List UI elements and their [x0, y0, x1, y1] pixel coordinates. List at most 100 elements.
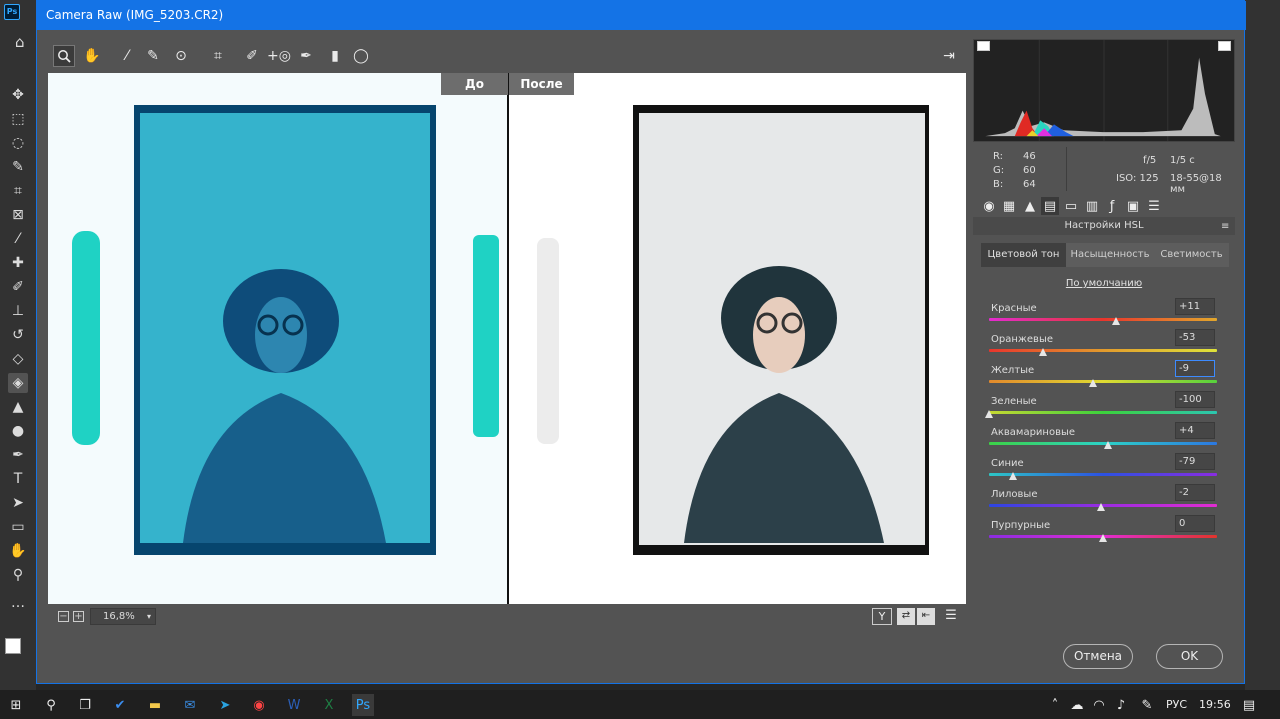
tab-saturation[interactable]: Насыщенность	[1066, 243, 1154, 267]
excel-icon[interactable]: X	[318, 694, 340, 716]
file-explorer-icon[interactable]: ▬	[144, 694, 166, 716]
effects-icon[interactable]: ƒ	[1103, 197, 1121, 215]
blur-tool-icon[interactable]: ▲	[8, 397, 28, 417]
swap-icon[interactable]: ⇄	[897, 608, 915, 625]
hand-icon[interactable]: ✋	[81, 45, 103, 67]
marquee-tool-icon[interactable]: ⬚	[8, 109, 28, 129]
home-icon[interactable]: ⌂	[15, 33, 37, 51]
lens-corrections-icon[interactable]: ▥	[1083, 197, 1101, 215]
hsl-slider-thumb[interactable]	[1099, 534, 1107, 542]
ok-button[interactable]: OK	[1156, 644, 1223, 669]
type-tool-icon[interactable]: T	[8, 469, 28, 489]
hsl-slider-thumb[interactable]	[1038, 348, 1047, 356]
color-sampler-icon[interactable]: ✎	[142, 45, 164, 67]
basic-panel-icon[interactable]: ◉	[980, 197, 998, 215]
zoom-in-button[interactable]: +	[73, 611, 84, 622]
graduated-filter-icon[interactable]: ▮	[324, 45, 346, 67]
hsl-slider-value-field[interactable]: -79	[1175, 453, 1215, 470]
preferences-icon[interactable]: ☰	[942, 608, 960, 625]
frame-tool-icon[interactable]: ⊠	[8, 205, 28, 225]
copy-settings-icon[interactable]: ⇤	[917, 608, 935, 625]
white-balance-icon[interactable]: ⁄	[116, 45, 138, 67]
onedrive-icon[interactable]: ☁	[1066, 694, 1088, 716]
search-icon[interactable]: ⚲	[40, 694, 62, 716]
hsl-slider-track[interactable]	[989, 349, 1217, 352]
move-tool-icon[interactable]: ✥	[8, 85, 28, 105]
hsl-slider-thumb[interactable]	[1096, 503, 1105, 511]
hsl-slider-thumb[interactable]	[1008, 472, 1017, 480]
notifications-icon[interactable]: ▤	[1238, 694, 1260, 716]
camera-calibration-icon[interactable]: ▣	[1124, 197, 1142, 215]
paint-bucket-icon[interactable]: ◈	[8, 373, 28, 393]
brush-icon[interactable]: ✒	[295, 45, 317, 67]
hsl-slider-value-field[interactable]: -53	[1175, 329, 1215, 346]
hsl-slider-thumb[interactable]	[1103, 441, 1112, 449]
lasso-tool-icon[interactable]: ◌	[8, 133, 28, 153]
tone-curve-icon[interactable]: ▦	[1000, 197, 1018, 215]
todo-icon[interactable]: ✔	[109, 694, 131, 716]
brush-tool-icon[interactable]: ✐	[8, 277, 28, 297]
hsl-slider-track[interactable]	[989, 380, 1217, 383]
shadow-clipping-icon[interactable]	[977, 41, 990, 51]
hsl-icon[interactable]: ▤	[1041, 197, 1059, 215]
eraser-tool-icon[interactable]: ◇	[8, 349, 28, 369]
view-mode-icon[interactable]: Y	[872, 608, 892, 625]
cancel-button[interactable]: Отмена	[1063, 644, 1133, 669]
target-adjust-icon[interactable]: ⊙	[170, 45, 192, 67]
tray-chevron-icon[interactable]: ˄	[1044, 694, 1066, 716]
language-indicator[interactable]: РУС	[1166, 698, 1187, 711]
hsl-slider-thumb[interactable]	[1111, 317, 1120, 325]
pen-tool-icon[interactable]: ✒	[8, 445, 28, 465]
telegram-icon[interactable]: ➤	[214, 694, 236, 716]
foreground-color-swatch[interactable]	[5, 638, 21, 654]
word-icon[interactable]: W	[283, 694, 305, 716]
task-view-icon[interactable]: ❐	[74, 694, 96, 716]
detail-icon[interactable]: ▲	[1021, 197, 1039, 215]
hand-tool-icon[interactable]: ✋	[8, 541, 28, 561]
hsl-slider-value-field[interactable]: -2	[1175, 484, 1215, 501]
preview-area[interactable]: До После	[48, 73, 966, 604]
mail-icon[interactable]: ✉	[179, 694, 201, 716]
crop-tool-icon[interactable]: ⌗	[8, 181, 28, 201]
hsl-slider-value-field[interactable]: 0	[1175, 515, 1215, 532]
zoom-tool-icon[interactable]: ⚲	[8, 565, 28, 585]
hsl-slider-value-field[interactable]: +11	[1175, 298, 1215, 315]
crop-icon[interactable]: ⌗	[207, 45, 229, 67]
wifi-icon[interactable]: ◠	[1088, 694, 1110, 716]
path-select-icon[interactable]: ➤	[8, 493, 28, 513]
redeye-icon[interactable]: +◎	[267, 45, 291, 67]
hsl-slider-track[interactable]	[989, 318, 1217, 321]
windows-start-icon[interactable]: ⊞	[5, 694, 27, 716]
chrome-icon[interactable]: ◉	[248, 694, 270, 716]
hsl-slider-value-field[interactable]: -100	[1175, 391, 1215, 408]
hsl-slider-value-field[interactable]: +4	[1175, 422, 1215, 439]
split-toning-icon[interactable]: ▭	[1062, 197, 1080, 215]
stamp-tool-icon[interactable]: ⊥	[8, 301, 28, 321]
presets-icon[interactable]: ☰	[1145, 197, 1163, 215]
zoom-level-select[interactable]: 16,8% ▾	[90, 608, 156, 625]
radial-filter-icon[interactable]: ◯	[350, 45, 372, 67]
more-tools-icon[interactable]: …	[8, 593, 28, 613]
tab-luminance[interactable]: Светимость	[1154, 243, 1229, 267]
hsl-slider-track[interactable]	[989, 411, 1217, 414]
zoom-icon[interactable]	[53, 45, 75, 67]
hsl-slider-thumb[interactable]	[985, 410, 993, 418]
healing-tool-icon[interactable]: ✚	[8, 253, 28, 273]
rectangle-tool-icon[interactable]: ▭	[8, 517, 28, 537]
quick-select-icon[interactable]: ✎	[8, 157, 28, 177]
clock[interactable]: 19:56	[1199, 698, 1231, 711]
zoom-out-button[interactable]: −	[58, 611, 69, 622]
highlight-clipping-icon[interactable]	[1218, 41, 1231, 51]
tab-hue[interactable]: Цветовой тон	[981, 243, 1066, 267]
export-icon[interactable]: ⇥	[938, 45, 960, 67]
default-link[interactable]: По умолчанию	[973, 278, 1235, 289]
dodge-tool-icon[interactable]: ●	[8, 421, 28, 441]
panel-menu-icon[interactable]: ≡	[1221, 221, 1229, 232]
hsl-slider-thumb[interactable]	[1088, 379, 1097, 387]
volume-icon[interactable]: ♪	[1110, 694, 1132, 716]
pen-icon[interactable]: ✎	[1136, 694, 1158, 716]
hsl-slider-value-field[interactable]: -9	[1175, 360, 1215, 377]
eyedropper-tool-icon[interactable]: ⁄	[8, 229, 28, 249]
history-brush-icon[interactable]: ↺	[8, 325, 28, 345]
spot-removal-icon[interactable]: ✐	[241, 45, 263, 67]
